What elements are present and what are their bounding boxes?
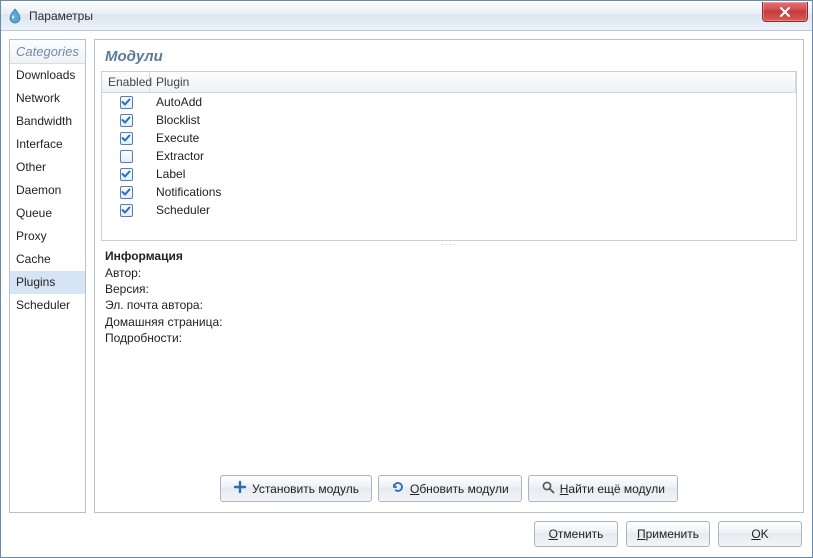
enabled-checkbox[interactable] (120, 114, 133, 127)
info-version: Версия: (105, 281, 793, 297)
info-email: Эл. почта автора: (105, 297, 793, 313)
sidebar-header: Categories (10, 40, 85, 64)
enabled-cell (102, 150, 150, 163)
table-row[interactable]: Blocklist (102, 111, 796, 129)
sidebar-item-other[interactable]: Other (10, 156, 85, 179)
plugin-name-cell: Execute (150, 131, 796, 145)
info-title: Информация (105, 249, 793, 263)
table-body[interactable]: AutoAdd Blocklist Execute Extractor Label Not… (102, 93, 796, 240)
table-row[interactable]: AutoAdd (102, 93, 796, 111)
table-row[interactable]: Scheduler (102, 201, 796, 219)
table-header: Enabled Plugin (102, 72, 796, 93)
window-title: Параметры (29, 9, 93, 23)
sidebar-item-plugins[interactable]: Plugins (10, 271, 85, 294)
enabled-cell (102, 96, 150, 109)
spacer (95, 352, 803, 469)
plugin-name-cell: Scheduler (150, 203, 796, 217)
panel-title: Модули (95, 40, 803, 71)
refresh-icon (391, 480, 405, 497)
client-area: Categories DownloadsNetworkBandwidthInte… (1, 31, 812, 557)
ok-button[interactable]: OK (718, 521, 802, 547)
install-plugin-label: Установить модуль (252, 482, 359, 496)
enabled-checkbox[interactable] (120, 168, 133, 181)
plugin-name-cell: AutoAdd (150, 95, 796, 109)
install-plugin-button[interactable]: Установить модуль (220, 475, 372, 502)
find-more-plugins-label: Найти ещё модули (560, 482, 665, 496)
table-row[interactable]: Label (102, 165, 796, 183)
plugin-name-cell: Notifications (150, 185, 796, 199)
sidebar-item-daemon[interactable]: Daemon (10, 179, 85, 202)
rescan-plugins-button[interactable]: Обновить модули (378, 475, 522, 502)
table-row[interactable]: Notifications (102, 183, 796, 201)
sidebar-item-queue[interactable]: Queue (10, 202, 85, 225)
find-more-plugins-button[interactable]: Найти ещё модули (528, 475, 678, 502)
sidebar-item-scheduler[interactable]: Scheduler (10, 294, 85, 317)
enabled-cell (102, 168, 150, 181)
sidebar-item-downloads[interactable]: Downloads (10, 64, 85, 87)
enabled-checkbox[interactable] (120, 186, 133, 199)
table-row[interactable]: Extractor (102, 147, 796, 165)
sidebar-item-proxy[interactable]: Proxy (10, 225, 85, 248)
cancel-button[interactable]: Отменить (534, 521, 618, 547)
ok-label: OK (751, 527, 768, 541)
content-row: Categories DownloadsNetworkBandwidthInte… (9, 39, 804, 513)
enabled-checkbox[interactable] (120, 150, 133, 163)
rescan-plugins-label: Обновить модули (410, 482, 509, 496)
plugin-name-cell: Extractor (150, 149, 796, 163)
enabled-checkbox[interactable] (120, 96, 133, 109)
column-enabled[interactable]: Enabled (102, 72, 150, 92)
plus-icon (233, 480, 247, 497)
main-panel: Модули Enabled Plugin AutoAdd Blocklist Ex… (94, 39, 804, 513)
preferences-window: Параметры Categories DownloadsNetworkBan… (0, 0, 813, 558)
plugin-name-cell: Label (150, 167, 796, 181)
plugin-action-buttons: Установить модуль Обновить модули Найти … (95, 469, 803, 512)
close-button[interactable] (762, 2, 808, 22)
enabled-checkbox[interactable] (120, 132, 133, 145)
table-row[interactable]: Execute (102, 129, 796, 147)
app-icon (7, 8, 23, 24)
enabled-cell (102, 204, 150, 217)
sidebar-item-bandwidth[interactable]: Bandwidth (10, 110, 85, 133)
enabled-cell (102, 186, 150, 199)
plugin-name-cell: Blocklist (150, 113, 796, 127)
sidebar-item-cache[interactable]: Cache (10, 248, 85, 271)
enabled-checkbox[interactable] (120, 204, 133, 217)
titlebar[interactable]: Параметры (1, 1, 812, 31)
sidebar-item-interface[interactable]: Interface (10, 133, 85, 156)
enabled-cell (102, 132, 150, 145)
category-sidebar: Categories DownloadsNetworkBandwidthInte… (9, 39, 86, 513)
search-icon (541, 480, 555, 497)
apply-label: Применить (637, 527, 699, 541)
cancel-label: Отменить (549, 527, 604, 541)
plugin-table: Enabled Plugin AutoAdd Blocklist Execute Ex… (101, 71, 797, 241)
apply-button[interactable]: Применить (626, 521, 710, 547)
column-plugin[interactable]: Plugin (150, 72, 796, 92)
plugin-info: Информация Автор: Версия: Эл. почта авто… (95, 247, 803, 352)
sidebar-item-network[interactable]: Network (10, 87, 85, 110)
info-homepage: Домашняя страница: (105, 314, 793, 330)
info-author: Автор: (105, 265, 793, 281)
enabled-cell (102, 114, 150, 127)
dialog-buttons: Отменить Применить OK (9, 513, 804, 549)
info-details: Подробности: (105, 330, 793, 346)
